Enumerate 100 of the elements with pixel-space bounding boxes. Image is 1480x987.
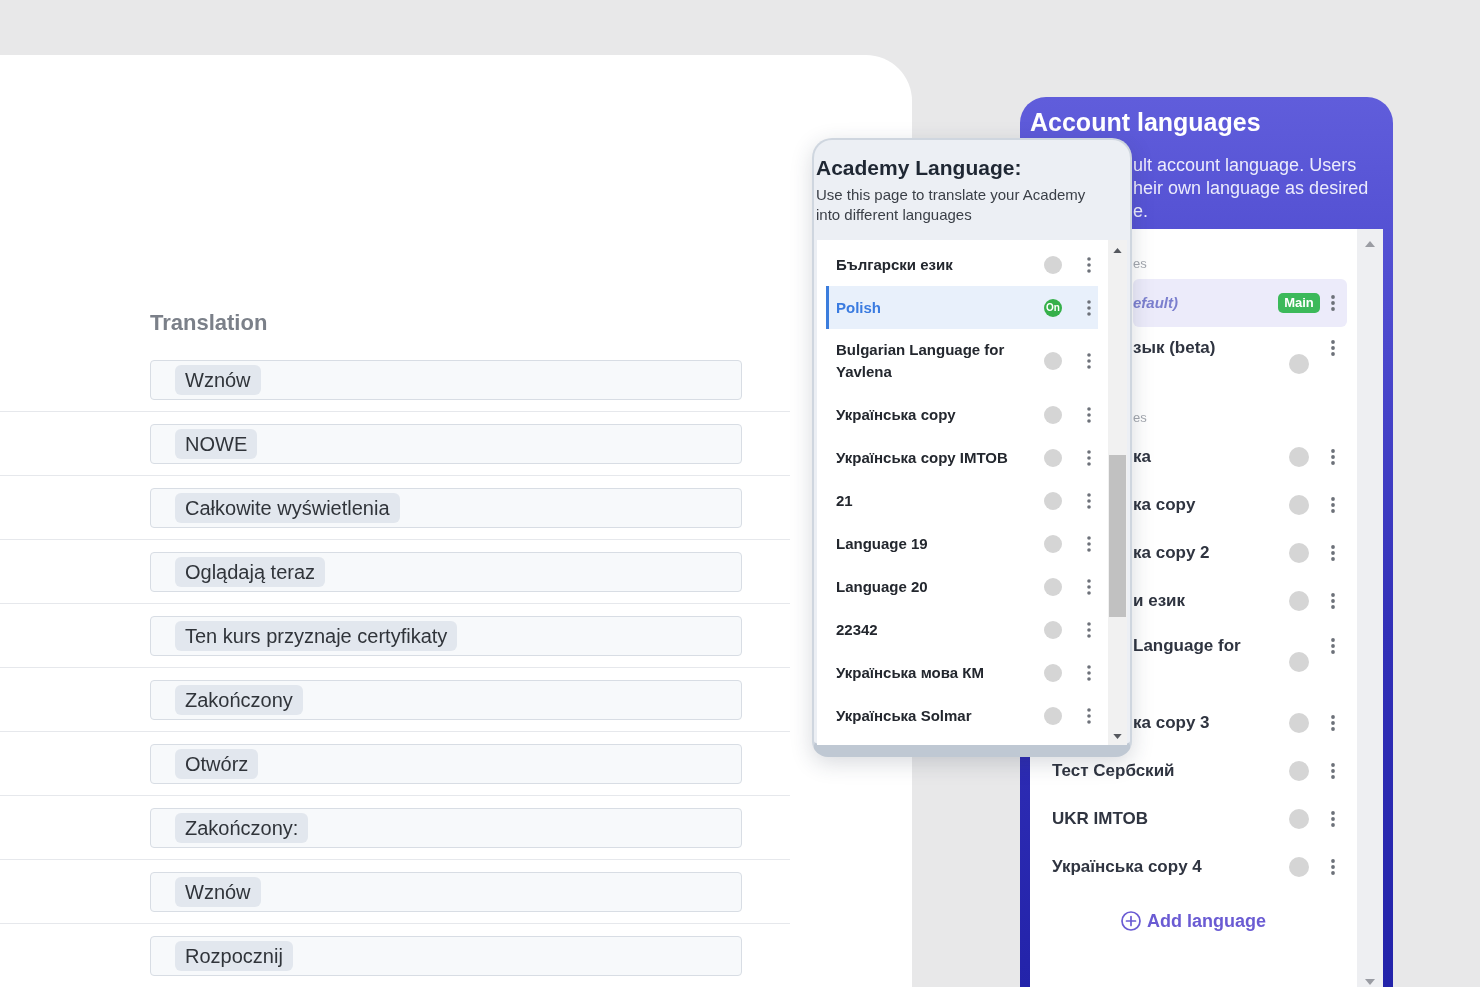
status-dot-icon[interactable] [1289,761,1309,781]
translation-chip: Zakończony [175,685,303,715]
more-options-icon[interactable] [1331,449,1335,465]
more-options-icon[interactable] [1331,593,1335,609]
more-options-icon[interactable] [1331,340,1335,356]
language-row[interactable]: Language 20 [826,565,1098,608]
language-name: Language for [1133,635,1242,657]
language-name: efault) [1133,293,1179,313]
translation-chip: Ten kurs przyznaje certyfikaty [175,621,458,651]
translation-chip: Rozpocznij [175,941,293,971]
status-dot-icon[interactable] [1289,354,1309,374]
more-options-icon[interactable] [1331,763,1335,779]
status-dot-icon[interactable] [1044,620,1062,639]
status-dot-icon[interactable] [1044,577,1062,596]
language-row[interactable]: Українська copy [826,393,1098,436]
more-options-icon[interactable] [1087,353,1091,369]
panel-title: Account languages [1030,107,1262,137]
language-row[interactable]: Polish On [826,286,1098,329]
status-dot-icon[interactable] [1289,447,1309,467]
add-language-button[interactable]: Add language [1121,909,1266,933]
more-options-icon[interactable] [1087,535,1091,552]
more-options-icon[interactable] [1087,578,1091,595]
status-dot-icon[interactable] [1044,405,1062,424]
translation-chip: Wznów [175,365,261,395]
more-options-icon[interactable] [1087,492,1091,509]
translation-chip: NOWE [175,429,258,459]
translation-field[interactable]: Całkowite wyświetlenia [150,488,742,528]
more-options-icon[interactable] [1331,545,1335,561]
status-dot-icon[interactable] [1289,495,1309,515]
language-row[interactable]: Українська copy 4 [1040,843,1347,891]
translation-field[interactable]: Wznów [150,872,742,912]
status-dot-icon[interactable] [1044,448,1062,467]
language-name: Українська copy 4 [1052,856,1203,878]
language-name: ка copy 2 [1133,542,1211,564]
language-row[interactable]: ка copy [1133,481,1347,529]
language-name: Language 19 [836,533,929,554]
language-name: Български език [836,254,954,275]
language-name: Language 20 [836,576,929,597]
more-options-icon[interactable] [1087,449,1091,466]
language-row[interactable]: Українська copy IMTOB [826,436,1098,479]
status-dot-icon[interactable] [1044,491,1062,510]
translation-chip: Wznów [175,877,261,907]
translation-field[interactable]: Oglądają teraz [150,552,742,592]
more-options-icon[interactable] [1087,256,1091,273]
language-name: ка copy [1133,494,1197,516]
more-options-icon[interactable] [1331,295,1335,311]
language-row[interactable]: 21 [826,479,1098,522]
language-row[interactable]: Language 19 [826,522,1098,565]
translation-field[interactable]: Otwórz [150,744,742,784]
scrollbar-track[interactable] [1108,240,1127,745]
language-row[interactable]: ка copy 3 [1133,699,1347,747]
status-dot-icon[interactable] [1289,809,1309,829]
status-dot-icon[interactable] [1044,663,1062,682]
language-name: 22342 [836,619,879,640]
more-options-icon[interactable] [1331,811,1335,827]
language-row[interactable]: 22342 [826,608,1098,651]
more-options-icon[interactable] [1087,621,1091,638]
more-options-icon[interactable] [1087,664,1091,681]
language-row[interactable]: Language for [1133,625,1347,699]
translation-field[interactable]: NOWE [150,424,742,464]
translation-field[interactable]: Zakończony: [150,808,742,848]
scrollbar-thumb[interactable] [1109,455,1126,617]
language-row[interactable]: Български език [826,243,1098,286]
popup-title: Academy Language: [816,155,1023,181]
language-row[interactable]: Українська Solmar [826,694,1098,737]
status-dot-icon[interactable] [1289,713,1309,733]
language-row[interactable]: Тест Сербский [1040,747,1347,795]
language-row[interactable]: ка [1133,433,1347,481]
language-name: ка copy 3 [1133,712,1211,734]
more-options-icon[interactable] [1087,406,1091,423]
status-dot-icon[interactable] [1289,857,1309,877]
translation-field[interactable]: Ten kurs przyznaje certyfikaty [150,616,742,656]
triangle-down-icon[interactable] [1113,734,1122,739]
language-row[interactable]: ка copy 2 [1133,529,1347,577]
translation-field[interactable]: Wznów [150,360,742,400]
status-dot-icon[interactable] [1044,534,1062,553]
more-options-icon[interactable] [1087,707,1091,724]
translation-field[interactable]: Zakończony [150,680,742,720]
language-row[interactable]: зык (beta) [1133,327,1347,401]
status-dot-icon[interactable] [1044,352,1062,370]
translation-field[interactable]: Rozpocznij [150,936,742,976]
language-row[interactable]: Українська мова КМ [826,651,1098,694]
more-options-icon[interactable] [1087,299,1091,316]
status-dot-icon[interactable] [1289,591,1309,611]
status-dot-icon[interactable] [1289,543,1309,563]
more-options-icon[interactable] [1331,497,1335,513]
more-options-icon[interactable] [1331,638,1335,654]
status-dot-icon[interactable] [1044,255,1062,274]
column-heading: Translation [150,309,269,337]
language-name: Bulgarian Language for Yavlena [836,340,1006,382]
language-row[interactable]: UKR IMTOB [1040,795,1347,843]
more-options-icon[interactable] [1331,859,1335,875]
more-options-icon[interactable] [1331,715,1335,731]
language-name: UKR IMTOB [1052,808,1149,830]
status-dot-icon[interactable] [1044,706,1062,725]
language-row[interactable]: Bulgarian Language for Yavlena [826,329,1098,393]
status-dot-icon[interactable] [1289,652,1309,672]
triangle-up-icon[interactable] [1113,248,1122,253]
language-row[interactable]: и език [1133,577,1347,625]
language-name: ка [1133,446,1152,468]
